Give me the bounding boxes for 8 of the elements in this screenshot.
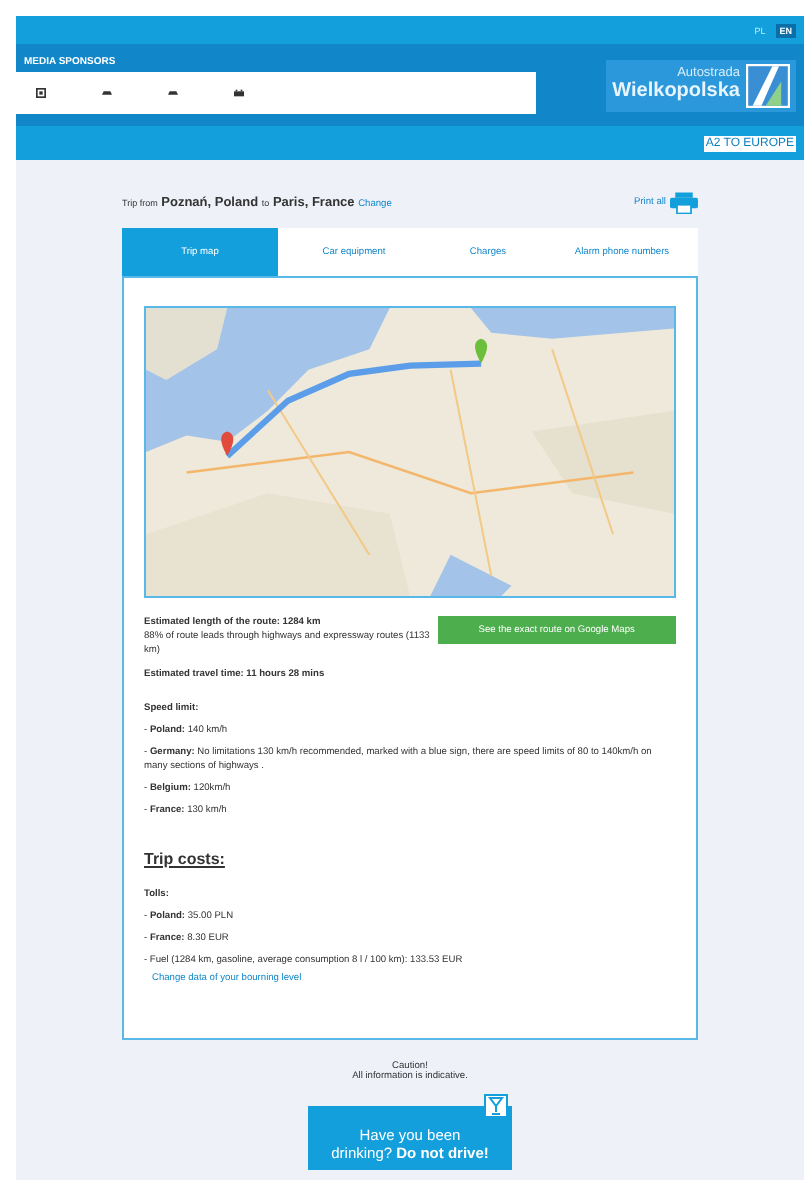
sponsor-logo-icon[interactable]: [168, 88, 178, 98]
glass-icon: [484, 1094, 508, 1118]
sponsor-logo-icon[interactable]: [234, 88, 244, 98]
road-icon: [746, 63, 790, 107]
sponsor-logo-icon[interactable]: [36, 88, 46, 98]
sponsor-logo-icon[interactable]: [102, 88, 112, 98]
trip-costs-heading: Trip costs:: [144, 850, 227, 868]
printer-icon[interactable]: [670, 192, 698, 214]
